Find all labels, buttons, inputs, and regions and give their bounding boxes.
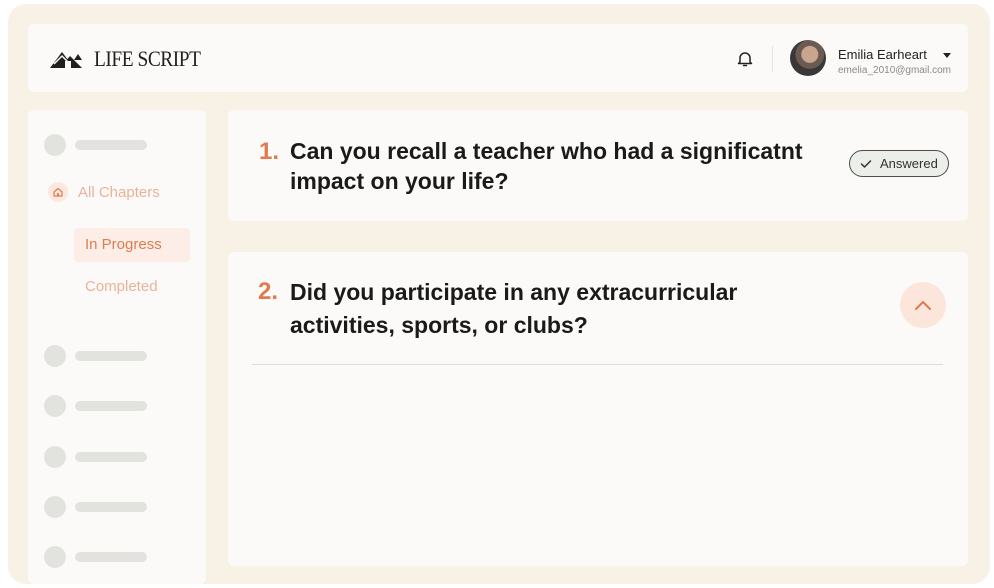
question-text: Can you recall a teacher who had a signi… (290, 136, 803, 196)
sidebar-item-in-progress[interactable]: In Progress (74, 228, 190, 262)
skeleton-bar (75, 401, 147, 411)
question-line: impact on your life? (290, 168, 509, 194)
skeleton-dot (44, 395, 66, 417)
home-icon (48, 182, 68, 202)
check-icon (860, 159, 872, 168)
user-email: emelia_2010@gmail.com (838, 65, 951, 76)
skeleton-bar (75, 140, 147, 150)
skeleton-bar (75, 452, 147, 462)
card-divider (252, 364, 943, 365)
question-card-2[interactable]: 2. Did you participate in any extracurri… (228, 252, 968, 566)
question-number: 1. (259, 138, 280, 165)
question-line: activities, sports, or clubs? (290, 312, 588, 338)
question-card-1[interactable]: 1. Can you recall a teacher who had a si… (228, 110, 968, 221)
user-name[interactable]: Emilia Earheart (838, 47, 927, 62)
question-line: Did you participate in any extracurricul… (290, 279, 738, 305)
answered-badge: Answered (849, 150, 949, 177)
skeleton-dot (44, 446, 66, 468)
skeleton-item (44, 496, 147, 518)
logo[interactable]: LIFE SCRIPT (48, 46, 215, 72)
brand-name: LIFE SCRIPT (94, 46, 201, 71)
skeleton-dot (44, 134, 66, 156)
sidebar-item-label: All Chapters (78, 183, 160, 201)
app-frame: LIFE SCRIPT Emilia Earheart emelia_2010@… (8, 4, 990, 584)
header-divider (772, 46, 773, 72)
skeleton-item (44, 395, 147, 417)
sidebar: All Chapters In Progress Completed (28, 110, 206, 584)
bell-icon[interactable] (736, 50, 754, 68)
skeleton-bar (75, 502, 147, 512)
skeleton-bar (75, 552, 147, 562)
chevron-up-icon (915, 301, 931, 310)
skeleton-dot (44, 546, 66, 568)
collapse-button[interactable] (900, 282, 946, 328)
sidebar-item-completed[interactable]: Completed (85, 278, 158, 295)
logo-mark-icon (50, 52, 82, 68)
skeleton-item (44, 546, 147, 568)
caret-down-icon[interactable] (943, 53, 951, 58)
status-label: Answered (880, 156, 938, 171)
question-line: Can you recall a teacher who had a signi… (290, 138, 803, 164)
skeleton-item (44, 446, 147, 468)
skeleton-dot (44, 345, 66, 367)
top-header: LIFE SCRIPT Emilia Earheart emelia_2010@… (28, 24, 968, 92)
skeleton-dot (44, 496, 66, 518)
avatar[interactable] (790, 40, 826, 76)
question-number: 2. (258, 278, 279, 305)
skeleton-item (44, 134, 147, 156)
question-text: Did you participate in any extracurricul… (290, 276, 737, 342)
skeleton-item (44, 345, 147, 367)
skeleton-bar (75, 351, 147, 361)
sidebar-item-all-chapters[interactable]: All Chapters (48, 182, 160, 202)
